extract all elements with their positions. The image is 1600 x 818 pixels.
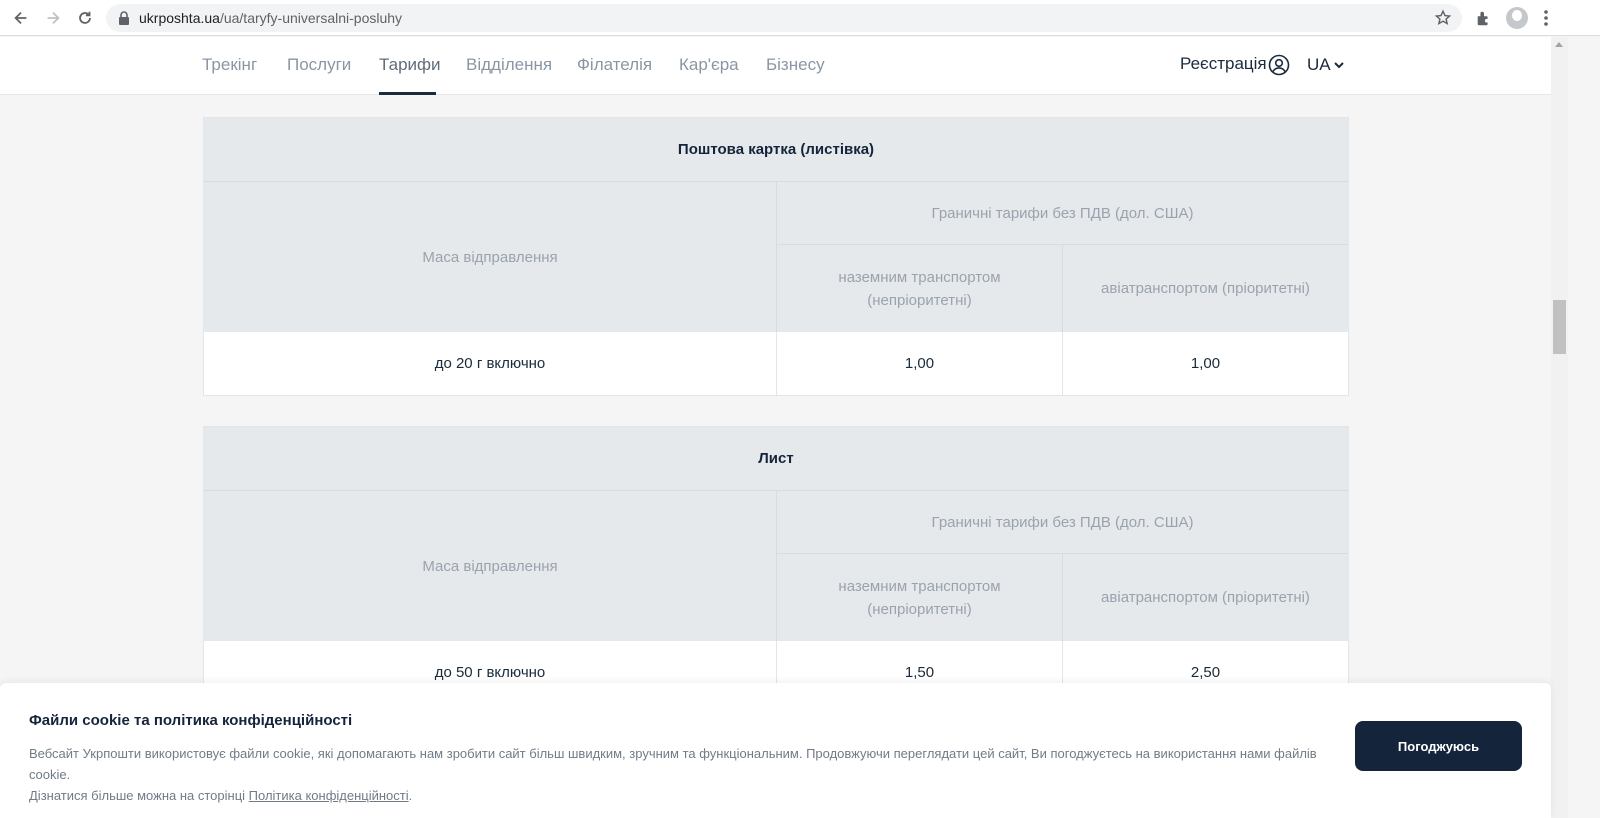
cookie-description: Вебсайт Укрпошти використовує файли cook… <box>29 746 1317 782</box>
forward-icon[interactable] <box>43 8 63 28</box>
air-transport-header: авіатранспортом (пріоритетні) <box>1063 554 1348 641</box>
register-link[interactable]: Реєстрація <box>1180 54 1267 74</box>
chevron-down-icon[interactable] <box>1333 60 1345 70</box>
bookmark-star-icon[interactable] <box>1434 9 1452 27</box>
profile-avatar[interactable] <box>1506 7 1528 29</box>
agree-button[interactable]: Погоджуюсь <box>1355 721 1522 771</box>
table-title: Лист <box>204 427 1348 491</box>
scrollbar-thumb[interactable] <box>1553 300 1566 354</box>
nav-tariffs[interactable]: Тарифи <box>379 55 441 75</box>
tariff-table-postcard: Поштова картка (листівка) Маса відправле… <box>203 117 1349 396</box>
mass-header: Маса відправлення <box>204 491 777 641</box>
nav-tracking[interactable]: Трекінг <box>202 55 257 75</box>
url-path: /ua/taryfy-universalni-posluhy <box>219 10 403 26</box>
active-tab-underline <box>379 92 436 95</box>
nav-career[interactable]: Кар'єра <box>679 55 739 75</box>
ground-transport-header: наземним транспортом (непріоритетні) <box>777 245 1063 332</box>
site-header: Трекінг Послуги Тарифи Відділення Філате… <box>0 37 1551 95</box>
reload-icon[interactable] <box>75 8 95 28</box>
url-text: ukrposhta.ua/ua/taryfy-universalni-poslu… <box>139 10 402 26</box>
limit-tariff-header: Граничні тарифи без ПДВ (дол. США) <box>777 491 1348 554</box>
cookie-learn-more: Дізнатися більше можна на сторінці <box>29 788 246 803</box>
cookie-text-end: . <box>408 788 413 803</box>
nav-philately[interactable]: Філателія <box>577 55 652 75</box>
ground-header-line2: (непріоритетні) <box>867 291 972 309</box>
ground-header-line1: наземним транспортом <box>838 577 1001 595</box>
scroll-up-arrow-icon[interactable] <box>1554 40 1564 48</box>
page-scrollbar[interactable] <box>1551 37 1568 818</box>
ground-header-line2: (непріоритетні) <box>867 600 972 618</box>
language-selector[interactable]: UA <box>1307 55 1331 75</box>
address-bar[interactable]: ukrposhta.ua/ua/taryfy-universalni-poslu… <box>106 4 1462 32</box>
cookie-title: Файли cookie та політика конфіденційност… <box>29 712 353 729</box>
extensions-icon[interactable] <box>1475 9 1493 27</box>
table-cell-ground: 1,00 <box>777 332 1063 395</box>
user-icon[interactable] <box>1268 54 1290 76</box>
table-cell-air: 1,00 <box>1063 332 1348 395</box>
browser-toolbar: ukrposhta.ua/ua/taryfy-universalni-poslu… <box>0 0 1600 36</box>
nav-branches[interactable]: Відділення <box>466 55 552 75</box>
privacy-policy-link[interactable]: Політика конфіденційності <box>249 788 409 803</box>
browser-menu-icon[interactable] <box>1543 9 1549 27</box>
table-title: Поштова картка (листівка) <box>204 118 1348 182</box>
nav-business[interactable]: Бізнесу <box>766 55 825 75</box>
table-cell-mass: до 20 г включно <box>204 332 777 395</box>
lock-icon <box>119 11 129 25</box>
limit-tariff-header: Граничні тарифи без ПДВ (дол. США) <box>777 182 1348 245</box>
tariff-table-letter: Лист Маса відправлення Граничні тарифи б… <box>203 426 1349 705</box>
cookie-text: Вебсайт Укрпошти використовує файли cook… <box>29 743 1329 806</box>
ground-transport-header: наземним транспортом (непріоритетні) <box>777 554 1063 641</box>
ground-header-line1: наземним транспортом <box>838 268 1001 286</box>
cookie-banner: Файли cookie та політика конфіденційност… <box>0 683 1551 818</box>
mass-header: Маса відправлення <box>204 182 777 332</box>
url-host: ukrposhta.ua <box>139 10 220 26</box>
air-transport-header: авіатранспортом (пріоритетні) <box>1063 245 1348 332</box>
back-icon[interactable] <box>11 8 31 28</box>
nav-services[interactable]: Послуги <box>287 55 351 75</box>
